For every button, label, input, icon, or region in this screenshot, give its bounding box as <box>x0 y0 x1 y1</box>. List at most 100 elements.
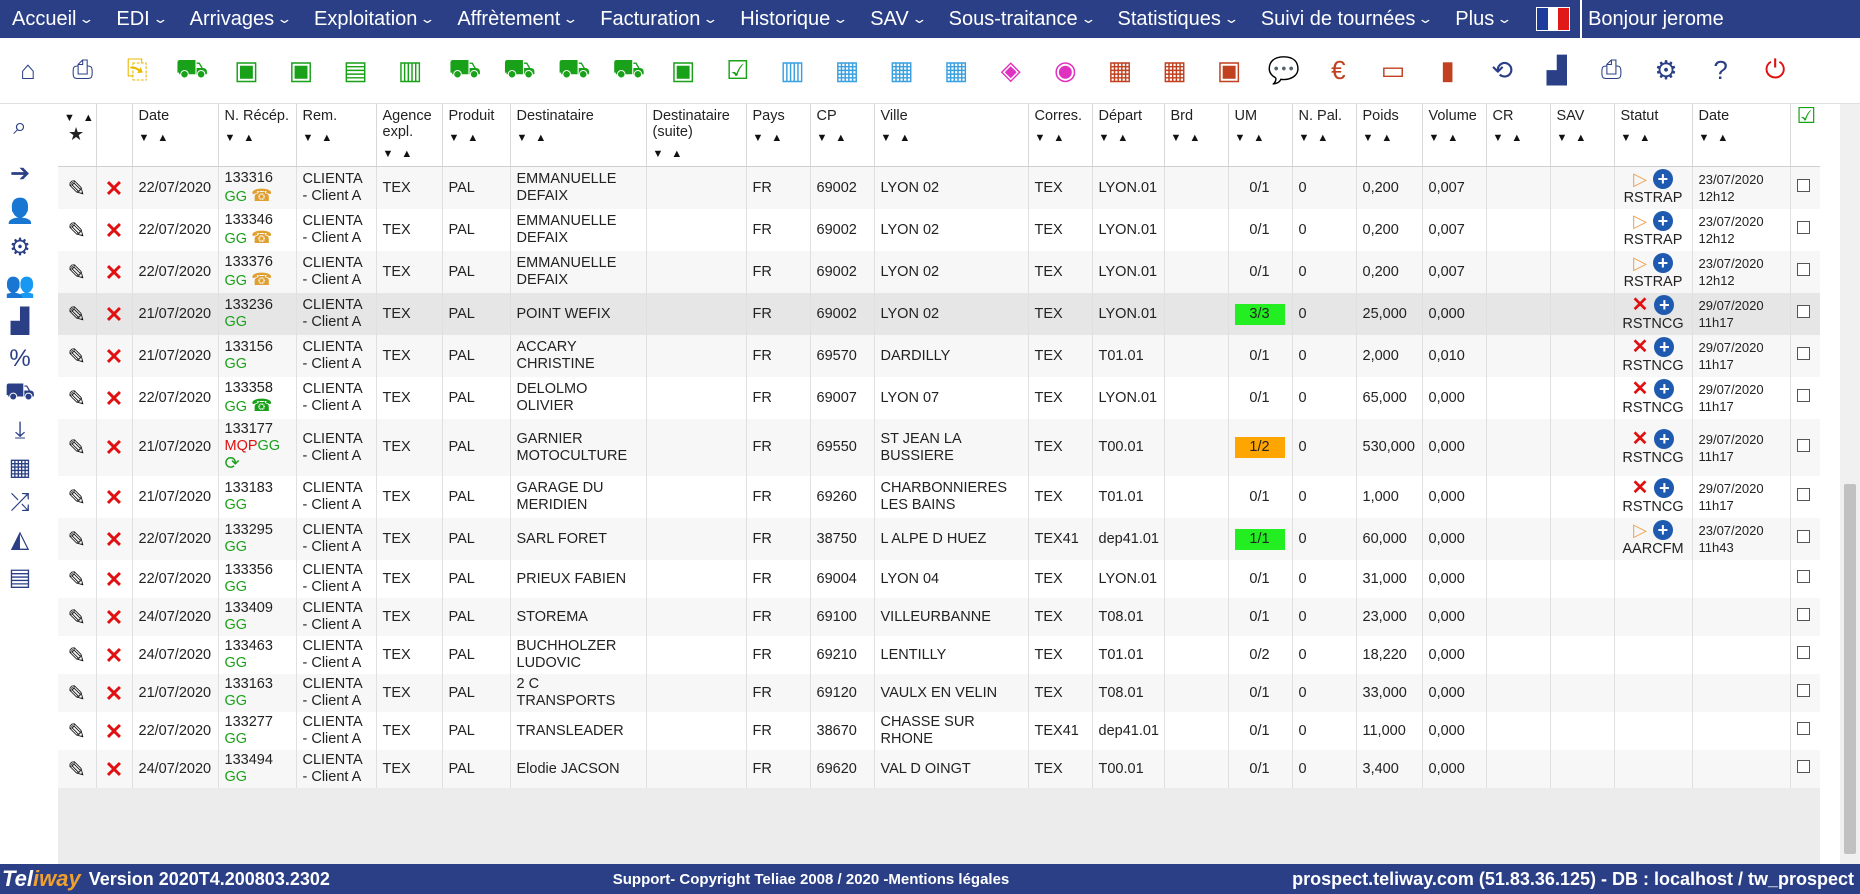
nav-item-2[interactable]: Arrivages ⌄ <box>178 0 302 38</box>
pencil-icon[interactable]: ✎ <box>68 176 86 201</box>
trucks-swap-icon[interactable]: ⛟ <box>556 50 592 90</box>
column-header-18[interactable]: SAV ▼▲ <box>1550 104 1615 167</box>
reception-number[interactable]: 133316 <box>225 170 273 186</box>
phone-icon[interactable]: ☎ <box>251 270 272 289</box>
plus-circle-icon[interactable]: + <box>1654 478 1675 498</box>
phone-icon[interactable]: ☎ <box>251 186 272 205</box>
row-checkbox[interactable] <box>1796 722 1810 735</box>
column-header-13[interactable]: UM ▼▲ <box>1228 104 1293 167</box>
table-row[interactable]: ✎ ✕ 22/07/2020 133356 GG CLIENTA - Client A TE… <box>58 560 1820 598</box>
reception-number[interactable]: 133277 <box>225 714 273 730</box>
user-greeting[interactable]: Bonjour jerome <box>1580 0 1860 38</box>
checkbox-checked-icon[interactable]: ☑ <box>1797 104 1817 128</box>
sort-arrows-icon[interactable]: ▼▲ <box>303 130 370 146</box>
legal-link[interactable]: Mentions légales <box>888 871 1009 888</box>
reception-number[interactable]: 133295 <box>225 522 273 538</box>
nav-item-10[interactable]: Suivi de tournées ⌄ <box>1249 0 1443 38</box>
delete-x-icon[interactable]: ✕ <box>105 435 123 460</box>
pencil-icon[interactable]: ✎ <box>68 218 86 243</box>
row-checkbox[interactable] <box>1796 179 1810 192</box>
phone-icon[interactable]: ☎ <box>251 396 272 415</box>
column-header-9[interactable]: Ville ▼▲ <box>874 104 1029 167</box>
play-icon[interactable]: ▷ <box>1633 520 1647 540</box>
column-header-2[interactable]: Rem. ▼▲ <box>296 104 377 167</box>
delete-x-icon[interactable]: ✕ <box>105 527 123 552</box>
row-checkbox[interactable] <box>1796 488 1810 501</box>
plus-circle-icon[interactable]: + <box>1652 520 1673 540</box>
column-header-16[interactable]: Volume ▼▲ <box>1422 104 1487 167</box>
table-row[interactable]: ✎ ✕ 21/07/2020 133183 GG CLIENTA - Client A TE… <box>58 476 1820 518</box>
nav-item-11[interactable]: Plus ⌄ <box>1443 0 1522 38</box>
table-row[interactable]: ✎ ✕ 24/07/2020 133494 GG CLIENTA - Client A TE… <box>58 750 1820 788</box>
pencil-icon[interactable]: ✎ <box>68 260 86 285</box>
plus-circle-icon[interactable]: + <box>1654 379 1675 399</box>
shuffle-icon[interactable]: ⤮ <box>4 486 36 520</box>
nav-item-6[interactable]: Historique ⌄ <box>728 0 858 38</box>
nav-item-4[interactable]: Affrètement ⌄ <box>445 0 588 38</box>
history-icon[interactable]: ⟲ <box>1484 50 1520 90</box>
reception-number[interactable]: 133177 <box>225 421 273 437</box>
book-icon[interactable]: ▮ <box>1430 50 1466 90</box>
delete-x-icon[interactable]: ✕ <box>105 643 123 668</box>
coins-icon[interactable]: ◉ <box>1047 50 1083 90</box>
nav-item-9[interactable]: Statistiques ⌄ <box>1106 0 1249 38</box>
cubes-swap-icon[interactable]: ▦ <box>884 50 920 90</box>
column-header-11[interactable]: Départ ▼▲ <box>1092 104 1165 167</box>
select-all-checkbox[interactable]: ☑ <box>1790 104 1820 167</box>
column-header-19[interactable]: Statut ▼▲ <box>1614 104 1693 167</box>
checkbox-icon[interactable]: ☑ <box>720 50 756 90</box>
reception-number[interactable]: 133163 <box>225 676 273 692</box>
column-header-3[interactable]: Agence expl. ▼▲ <box>376 104 443 167</box>
nav-item-5[interactable]: Facturation ⌄ <box>588 0 728 38</box>
table-row[interactable]: ✎ ✕ 22/07/2020 133358 GG ☎ CLIENTA - Client A T… <box>58 377 1820 419</box>
sort-arrows-icon[interactable]: ▼▲ <box>139 130 212 146</box>
print-icon[interactable]: ⎙ <box>1593 50 1629 90</box>
barcode-icon[interactable]: ▥ <box>392 50 428 90</box>
delete-x-icon[interactable]: ✕ <box>105 567 123 592</box>
delete-x-icon[interactable]: ✕ <box>105 218 123 243</box>
column-header-7[interactable]: Pays ▼▲ <box>746 104 811 167</box>
cubes-icon[interactable]: ▦ <box>829 50 865 90</box>
scrollbar-thumb[interactable] <box>1844 484 1856 854</box>
pencil-icon[interactable]: ✎ <box>68 527 86 552</box>
reception-number[interactable]: 133376 <box>225 254 273 270</box>
sort-arrows-icon[interactable]: ▼▲ <box>1235 130 1286 146</box>
play-icon[interactable]: ▷ <box>1633 169 1647 189</box>
column-header-10[interactable]: Corres. ▼▲ <box>1028 104 1093 167</box>
chart-icon[interactable]: ▟ <box>1539 50 1575 90</box>
table-row[interactable]: ✎ ✕ 24/07/2020 133463 GG CLIENTA - Client A TE… <box>58 636 1820 674</box>
trucks-grid-icon[interactable]: ⛟ <box>501 50 537 90</box>
box-x-icon[interactable]: ▣ <box>228 50 264 90</box>
document-icon[interactable]: ▤ <box>4 560 36 594</box>
delete-x-icon[interactable]: ✕ <box>105 757 123 782</box>
reception-number[interactable]: 133183 <box>225 480 273 496</box>
delete-x-icon[interactable]: ✕ <box>105 386 123 411</box>
row-checkbox[interactable] <box>1796 221 1810 234</box>
power-icon[interactable]: ⏻ <box>1757 50 1793 90</box>
x-icon[interactable]: ✕ <box>1632 294 1649 316</box>
row-checkbox[interactable] <box>1796 389 1810 402</box>
vertical-scrollbar[interactable] <box>1840 104 1860 864</box>
column-header-6[interactable]: Destinataire (suite) ▼▲ <box>646 104 747 167</box>
row-checkbox[interactable] <box>1796 438 1810 452</box>
sort-arrows-icon[interactable]: ▼▲ <box>1621 130 1686 146</box>
swap-circle-icon[interactable]: ⟳ <box>225 453 240 473</box>
column-header-20[interactable]: Date ▼▲ <box>1692 104 1791 167</box>
help-icon[interactable]: ? <box>1703 50 1739 90</box>
x-icon[interactable]: ✕ <box>1632 378 1649 400</box>
table-row[interactable]: ✎ ✕ 22/07/2020 133295 GG CLIENTA - Client A TE… <box>58 518 1820 560</box>
edi-file-icon[interactable]: ⎘ <box>119 50 155 90</box>
reception-number[interactable]: 133463 <box>225 638 273 654</box>
sort-arrows-icon[interactable]: ▼▲ <box>383 146 436 162</box>
table-row[interactable]: ✎ ✕ 21/07/2020 133177 MQPGG ⟳ CLIENTA - Client… <box>58 419 1820 476</box>
box-plus-icon[interactable]: ▣ <box>283 50 319 90</box>
sort-arrows-icon[interactable]: ▼▲ <box>449 130 504 146</box>
sort-arrows-icon[interactable]: ▼▲ <box>1493 130 1544 146</box>
delete-x-icon[interactable]: ✕ <box>105 605 123 630</box>
pencil-icon[interactable]: ✎ <box>68 344 86 369</box>
nav-item-0[interactable]: Accueil ⌄ <box>0 0 104 38</box>
x-icon[interactable]: ✕ <box>1632 336 1649 358</box>
plus-circle-icon[interactable]: + <box>1652 253 1673 273</box>
delete-x-icon[interactable]: ✕ <box>105 344 123 369</box>
sort-arrows-icon[interactable]: ▼▲ <box>1429 130 1480 146</box>
